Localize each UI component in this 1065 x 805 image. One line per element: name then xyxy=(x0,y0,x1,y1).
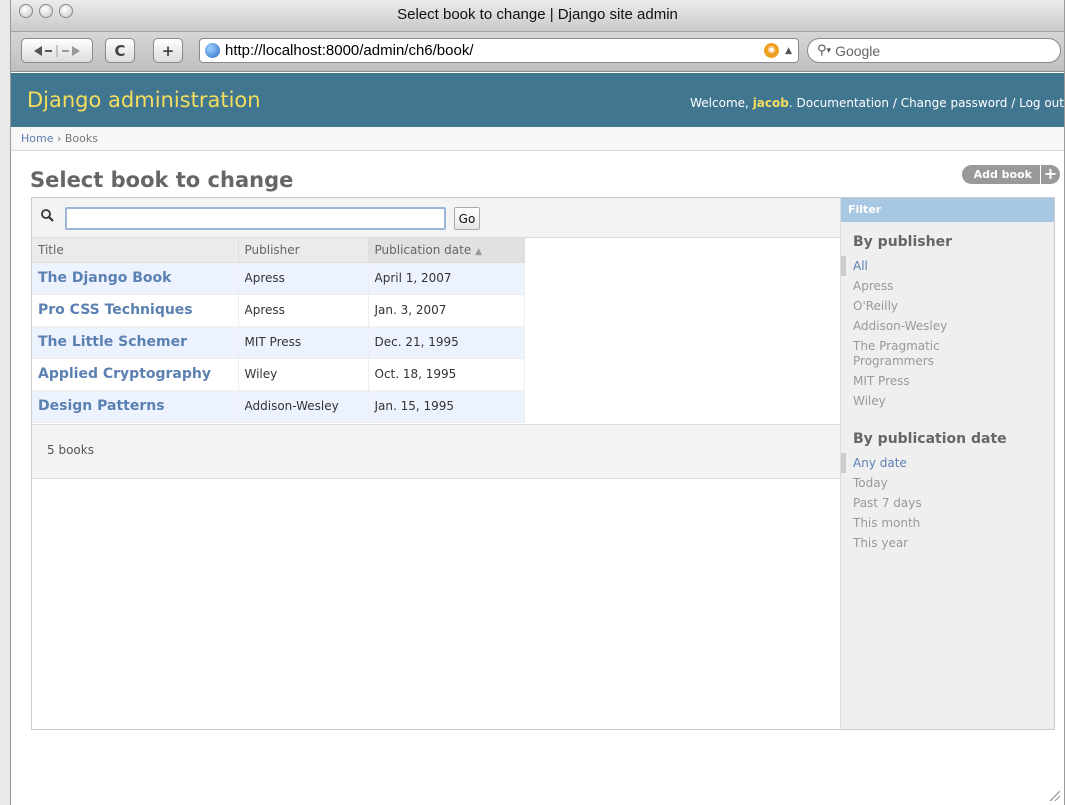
publisher-cell: Apress xyxy=(238,294,369,327)
date-cell: April 1, 2007 xyxy=(368,262,525,295)
filter-option-any-date[interactable]: Any date xyxy=(841,453,1054,473)
table-header-row: Title Publisher Publication date ▲ xyxy=(32,238,525,263)
address-bar[interactable]: http://localhost:8000/admin/ch6/book/ ◉ … xyxy=(199,38,799,63)
filter-option-addison-wesley[interactable]: Addison-Wesley xyxy=(841,316,1054,336)
link-separator: / xyxy=(1007,96,1020,110)
changelist: Go Title Publisher Publication date ▲ Th… xyxy=(31,197,1055,730)
title-cell: Applied Cryptography xyxy=(32,358,239,391)
breadcrumb: Home › Books xyxy=(11,127,1064,151)
add-book-label: Add book xyxy=(973,168,1032,181)
search-icon: ⚲ xyxy=(817,43,827,58)
link-separator: / xyxy=(889,96,901,110)
date-cell: Dec. 21, 1995 xyxy=(368,326,525,359)
book-link[interactable]: Pro CSS Techniques xyxy=(38,302,193,318)
user-tools: Welcome, jacob. Documentation / Change p… xyxy=(690,96,1064,110)
search-go-button[interactable]: Go xyxy=(454,207,480,230)
date-cell: Jan. 3, 2007 xyxy=(368,294,525,327)
book-link[interactable]: The Django Book xyxy=(38,270,171,286)
plus-icon: + xyxy=(161,41,175,60)
publisher-cell: Wiley xyxy=(238,358,369,391)
title-cell: Design Patterns xyxy=(32,390,239,423)
browser-window: Select book to change | Django site admi… xyxy=(10,0,1065,805)
date-cell: Oct. 18, 1995 xyxy=(368,358,525,391)
filter-option-pragmatic-programmers[interactable]: The Pragmatic Programmers xyxy=(841,336,991,371)
web-search-field[interactable]: ⚲ ▾ Google xyxy=(807,38,1061,63)
result-count: 5 books xyxy=(32,424,840,479)
column-header-publication-date[interactable]: Publication date ▲ xyxy=(368,238,525,263)
filter-option-apress[interactable]: Apress xyxy=(841,276,1054,296)
back-forward-buttons[interactable] xyxy=(21,38,93,63)
filter-list-publisher: All Apress O'Reilly Addison-Wesley The P… xyxy=(841,256,1054,411)
book-link[interactable]: Design Patterns xyxy=(38,398,165,414)
title-cell: The Django Book xyxy=(32,262,239,295)
filter-option-past-7-days[interactable]: Past 7 days xyxy=(841,493,1054,513)
breadcrumb-separator: › xyxy=(53,132,65,145)
book-link[interactable]: The Little Schemer xyxy=(38,334,187,350)
browser-toolbar: C + http://localhost:8000/admin/ch6/book… xyxy=(11,32,1064,72)
table-row: The Django Book Apress April 1, 2007 xyxy=(32,262,525,295)
filter-option-wiley[interactable]: Wiley xyxy=(841,391,1054,411)
changelist-search-bar: Go xyxy=(32,198,840,238)
filter-option-oreilly[interactable]: O'Reilly xyxy=(841,296,1054,316)
filter-option-mit-press[interactable]: MIT Press xyxy=(841,371,1054,391)
column-header-title[interactable]: Title xyxy=(32,238,239,263)
admin-header: Django administration Welcome, jacob. Do… xyxy=(11,73,1064,127)
breadcrumb-current: Books xyxy=(64,132,98,145)
documentation-link[interactable]: Documentation xyxy=(797,96,890,110)
breadcrumb-home-link[interactable]: Home xyxy=(21,132,53,145)
window-resize-handle[interactable] xyxy=(1048,789,1060,801)
add-book-button[interactable]: Add book + xyxy=(961,165,1060,184)
title-bar: Select book to change | Django site admi… xyxy=(11,0,1064,32)
globe-icon xyxy=(205,43,220,58)
add-bookmark-button[interactable]: + xyxy=(153,38,183,63)
web-search-placeholder: Google xyxy=(835,42,881,59)
magnifier-icon xyxy=(41,209,54,222)
site-branding[interactable]: Django administration xyxy=(27,88,261,112)
filter-option-this-year[interactable]: This year xyxy=(841,533,1054,553)
logout-link[interactable]: Log out xyxy=(1019,96,1064,110)
filter-group-publisher-title: By publisher xyxy=(853,234,952,250)
results-table: Title Publisher Publication date ▲ The D… xyxy=(32,238,525,423)
column-header-publisher[interactable]: Publisher xyxy=(238,238,369,263)
change-password-link[interactable]: Change password xyxy=(901,96,1008,110)
window-title: Select book to change | Django site admi… xyxy=(397,6,678,23)
back-forward-arrows-icon xyxy=(34,44,80,57)
filter-option-all[interactable]: All xyxy=(841,256,1054,276)
plus-icon: + xyxy=(1040,165,1060,184)
table-row: Design Patterns Addison-Wesley Jan. 15, … xyxy=(32,390,525,423)
book-link[interactable]: Applied Cryptography xyxy=(38,366,211,382)
address-text[interactable]: http://localhost:8000/admin/ch6/book/ xyxy=(225,42,474,59)
title-cell: Pro CSS Techniques xyxy=(32,294,239,327)
reload-icon: C xyxy=(114,41,126,60)
filter-heading: Filter xyxy=(841,198,1054,222)
column-header-label: Publication date xyxy=(374,242,472,257)
column-header-label: Title xyxy=(38,242,64,257)
table-row: The Little Schemer MIT Press Dec. 21, 19… xyxy=(32,326,525,359)
filter-group-date-title: By publication date xyxy=(853,431,1007,447)
title-cell: The Little Schemer xyxy=(32,326,239,359)
publisher-cell: Addison-Wesley xyxy=(238,390,369,423)
sort-ascending-icon: ▲ xyxy=(475,246,482,257)
chevron-down-icon[interactable]: ▾ xyxy=(827,46,832,56)
rss-icon[interactable]: ◉ xyxy=(764,43,780,58)
changelist-search-input[interactable] xyxy=(65,207,446,230)
table-row: Applied Cryptography Wiley Oct. 18, 1995 xyxy=(32,358,525,391)
filter-option-today[interactable]: Today xyxy=(841,473,1054,493)
filter-sidebar: Filter By publisher All Apress O'Reilly … xyxy=(840,198,1054,729)
page-title: Select book to change xyxy=(30,168,294,192)
filter-option-this-month[interactable]: This month xyxy=(841,513,1054,533)
filter-list-date: Any date Today Past 7 days This month Th… xyxy=(841,453,1054,553)
date-cell: Jan. 15, 1995 xyxy=(368,390,525,423)
welcome-text: Welcome, xyxy=(690,96,749,110)
table-row: Pro CSS Techniques Apress Jan. 3, 2007 xyxy=(32,294,525,327)
publisher-cell: MIT Press xyxy=(238,326,369,359)
reload-button[interactable]: C xyxy=(105,38,135,63)
publisher-cell: Apress xyxy=(238,262,369,295)
chevron-up-icon[interactable]: ▲ xyxy=(785,46,792,56)
username: jacob xyxy=(752,96,789,110)
column-header-label: Publisher xyxy=(244,242,300,257)
